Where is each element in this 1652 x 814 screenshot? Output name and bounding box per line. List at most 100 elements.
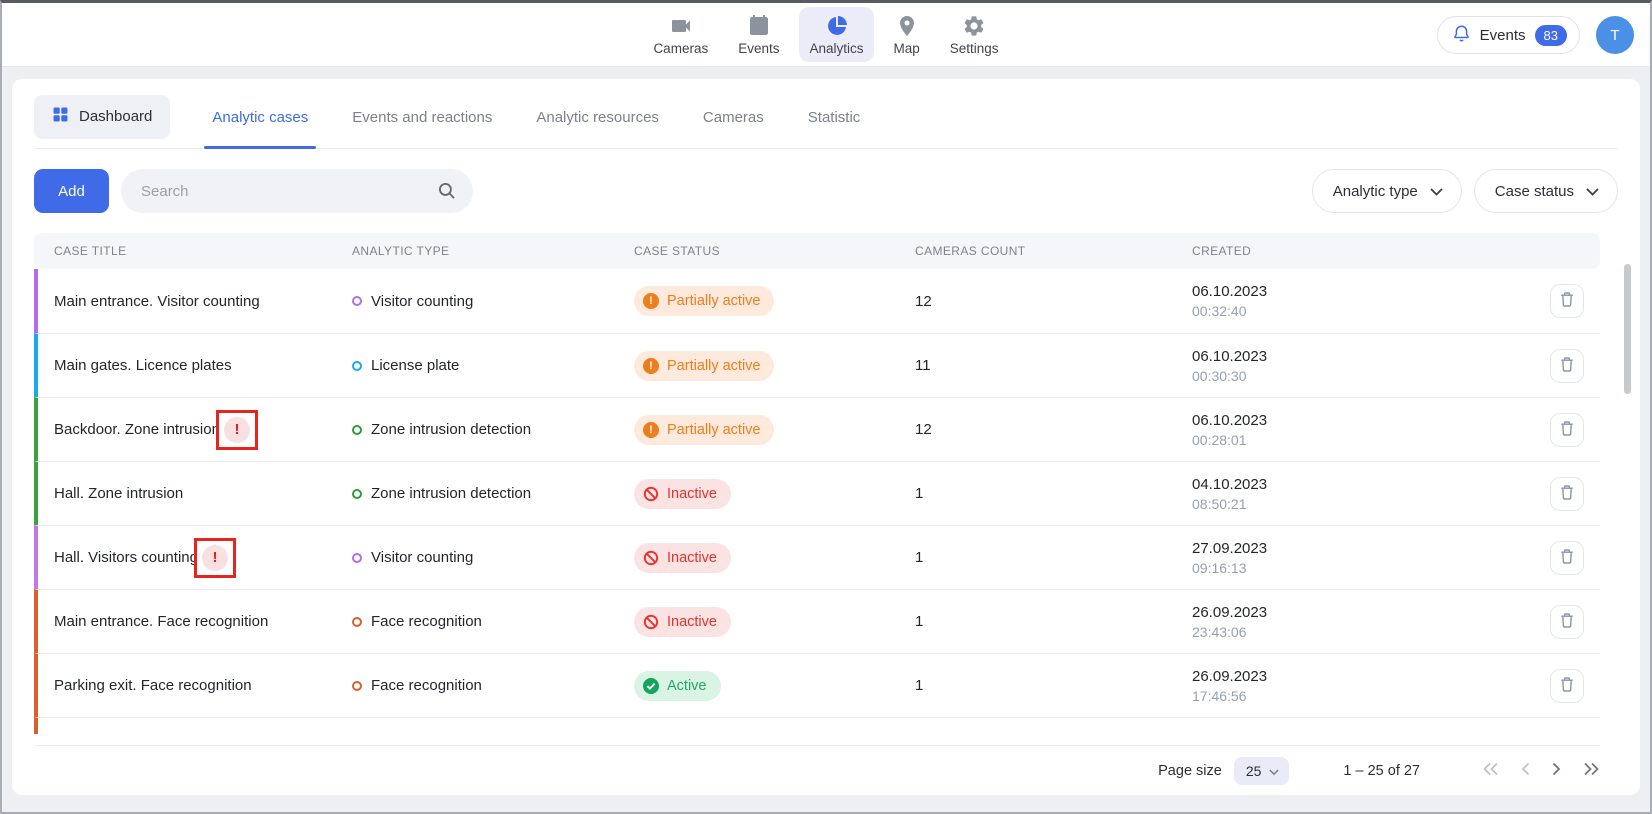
page: Dashboard Analytic cases Events and reac… xyxy=(2,67,1650,795)
analytic-type-ring-icon xyxy=(352,489,362,499)
nav-item-analytics[interactable]: Analytics xyxy=(799,7,873,62)
status-label: Partially active xyxy=(667,422,760,438)
tab-events-and-reactions[interactable]: Events and reactions xyxy=(350,93,494,148)
double-chevron-left-icon xyxy=(1482,762,1500,779)
analytic-type-ring-icon xyxy=(352,681,362,691)
table-row[interactable]: Main entrance. Face recognition Face rec… xyxy=(34,589,1600,653)
delete-button[interactable] xyxy=(1550,541,1584,575)
column-header-created: CREATED xyxy=(1176,244,1546,258)
chevron-down-icon xyxy=(1269,763,1279,779)
delete-button[interactable] xyxy=(1550,477,1584,511)
page-size-select[interactable]: 25 xyxy=(1234,757,1290,785)
case-title: Main entrance. Visitor counting xyxy=(54,293,260,310)
nav-item-settings[interactable]: Settings xyxy=(940,7,1009,62)
table-row[interactable]: Backdoor. Zone intrusion ! Zone intrusio… xyxy=(34,397,1600,461)
double-chevron-right-icon xyxy=(1582,762,1600,779)
dashboard-button[interactable]: Dashboard xyxy=(34,95,170,139)
nav-item-cameras[interactable]: Cameras xyxy=(643,7,718,62)
analytic-type-cell: Visitor counting xyxy=(336,293,618,310)
delete-button[interactable] xyxy=(1550,669,1584,703)
case-status-filter-label: Case status xyxy=(1495,183,1574,200)
pagination-last-button[interactable] xyxy=(1582,762,1600,779)
camera-icon xyxy=(669,14,693,38)
case-status-filter[interactable]: Case status xyxy=(1474,169,1618,213)
page-size-label: Page size xyxy=(1158,763,1222,779)
delete-button[interactable] xyxy=(1550,284,1584,318)
pagination-prev-button[interactable] xyxy=(1520,762,1531,779)
case-title: Hall. Visitors counting xyxy=(54,549,198,566)
created-cell: 04.10.2023 08:50:21 xyxy=(1176,476,1546,512)
avatar[interactable]: T xyxy=(1596,16,1634,54)
case-title-cell: Main entrance. Visitor counting xyxy=(38,293,336,310)
pagination-next-button[interactable] xyxy=(1551,762,1562,779)
check-circle-icon xyxy=(643,678,659,694)
chevron-down-icon xyxy=(1586,183,1599,200)
delete-button[interactable] xyxy=(1550,605,1584,639)
table-row[interactable]: Main entrance. Visitor counting Visitor … xyxy=(34,269,1600,333)
events-button[interactable]: Events 83 xyxy=(1437,16,1580,54)
pie-chart-icon xyxy=(825,14,849,38)
case-status-cell: Active xyxy=(618,671,899,701)
analytic-type-ring-icon xyxy=(352,425,362,435)
delete-button[interactable] xyxy=(1550,349,1584,383)
analytic-type-cell: Zone intrusion detection xyxy=(336,485,618,502)
created-date: 06.10.2023 xyxy=(1192,283,1546,300)
case-title-cell: Hall. Zone intrusion xyxy=(38,485,336,502)
delete-button[interactable] xyxy=(1550,413,1584,447)
nav-item-events[interactable]: Events xyxy=(728,7,789,62)
vertical-scrollbar-thumb[interactable] xyxy=(1624,264,1631,394)
actions-cell xyxy=(1546,669,1600,703)
nav-item-map[interactable]: Map xyxy=(884,7,930,62)
search-wrap xyxy=(121,169,473,213)
created-time: 00:32:40 xyxy=(1192,303,1546,319)
status-badge: Inactive xyxy=(634,607,731,637)
table-row[interactable]: Hall. Zone intrusion Zone intrusion dete… xyxy=(34,461,1600,525)
created-date: 06.10.2023 xyxy=(1192,348,1546,365)
analytic-type-cell: License plate xyxy=(336,357,618,374)
trash-icon xyxy=(1559,420,1575,440)
table-body: Main entrance. Visitor counting Visitor … xyxy=(34,269,1600,717)
chevron-down-icon xyxy=(1430,183,1443,200)
tab-analytic-resources[interactable]: Analytic resources xyxy=(534,93,661,148)
created-cell: 06.10.2023 00:30:30 xyxy=(1176,348,1546,384)
nav-label: Cameras xyxy=(653,41,708,56)
table-row[interactable]: Parking exit. Face recognition Face reco… xyxy=(34,653,1600,717)
table-row[interactable]: Hall. Visitors counting ! Visitor counti… xyxy=(34,525,1600,589)
analytic-type-filter[interactable]: Analytic type xyxy=(1312,169,1462,213)
case-title-cell: Parking exit. Face recognition xyxy=(38,677,336,694)
created-cell: 27.09.2023 09:16:13 xyxy=(1176,540,1546,576)
created-time: 23:43:06 xyxy=(1192,624,1546,640)
analytic-type-label: Visitor counting xyxy=(371,293,473,310)
cameras-count-cell: 11 xyxy=(899,357,1176,374)
warning-icon: ! xyxy=(224,417,250,443)
partial-row xyxy=(34,717,1600,734)
case-status-cell: Inactive xyxy=(618,543,899,573)
created-time: 00:30:30 xyxy=(1192,368,1546,384)
tab-cameras[interactable]: Cameras xyxy=(701,93,766,148)
created-date: 26.09.2023 xyxy=(1192,668,1546,685)
created-cell: 06.10.2023 00:28:01 xyxy=(1176,412,1546,448)
status-badge: Active xyxy=(634,671,721,701)
actions-cell xyxy=(1546,413,1600,447)
trash-icon xyxy=(1559,612,1575,632)
tab-statistic[interactable]: Statistic xyxy=(806,93,863,148)
alert-annotation-box: ! xyxy=(216,410,258,450)
column-header-cameras-count: CAMERAS COUNT xyxy=(899,244,1176,258)
add-button[interactable]: Add xyxy=(34,169,109,213)
case-status-cell: Inactive xyxy=(618,607,899,637)
status-label: Inactive xyxy=(667,486,717,502)
analytic-type-ring-icon xyxy=(352,361,362,371)
table-footer: Page size 25 1 – 25 of 27 xyxy=(34,745,1600,795)
actions-cell xyxy=(1546,284,1600,318)
pagination-first-button[interactable] xyxy=(1482,762,1500,779)
created-date: 27.09.2023 xyxy=(1192,540,1546,557)
table-row[interactable]: Main gates. Licence plates License plate… xyxy=(34,333,1600,397)
search-input[interactable] xyxy=(121,169,473,213)
case-status-cell: Inactive xyxy=(618,479,899,509)
case-title: Parking exit. Face recognition xyxy=(54,677,252,694)
column-header-analytic-type: ANALYTIC TYPE xyxy=(336,244,618,258)
tab-analytic-cases[interactable]: Analytic cases xyxy=(210,93,310,148)
actions-cell xyxy=(1546,541,1600,575)
trash-icon xyxy=(1559,548,1575,568)
created-date: 26.09.2023 xyxy=(1192,604,1546,621)
